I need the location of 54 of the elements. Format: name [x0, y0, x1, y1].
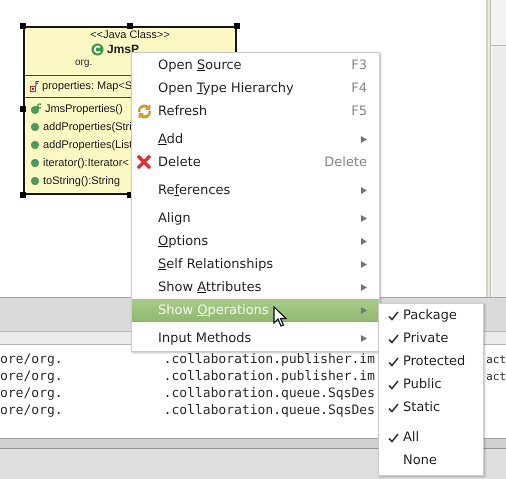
console-text: .collaboration.queue.SqsDes	[164, 402, 375, 419]
console-text: ore/org.	[0, 368, 63, 385]
console-text: act	[486, 369, 506, 385]
refresh-icon	[137, 104, 152, 119]
shortcut-label: F4	[351, 80, 367, 98]
package-name: org.	[75, 56, 92, 69]
mouse-pointer-icon	[273, 306, 287, 327]
menu-item[interactable]: Align	[132, 207, 379, 230]
class-icon	[91, 42, 104, 56]
submenu-arrow-icon	[361, 136, 367, 143]
selection-handle[interactable]	[127, 23, 133, 29]
check-menu-item[interactable]: Protected	[379, 350, 483, 373]
operation-text: addProperties(List	[43, 138, 132, 153]
check-menu-item[interactable]: Package	[379, 304, 483, 327]
console-text: ore/org.	[0, 351, 63, 368]
check-menu-item[interactable]: Public	[379, 373, 483, 396]
submenu-arrow-icon	[361, 261, 367, 268]
check-menu-item[interactable]: None	[379, 449, 483, 472]
menu-item[interactable]: Self Relationships	[132, 253, 379, 276]
console-text: ore/org.	[0, 385, 63, 402]
selection-handle[interactable]	[20, 23, 26, 29]
operation-text: addProperties(Stri	[43, 120, 132, 135]
shortcut-label: F5	[351, 102, 367, 121]
operation-text: JmsProperties()	[45, 102, 123, 117]
shortcut-label: Delete	[324, 154, 367, 172]
check-menu-item[interactable]: Static	[379, 396, 483, 419]
submenu-arrow-icon	[361, 238, 367, 245]
stereotype-label: <<Java Class>>	[90, 29, 170, 42]
submenu-arrow-icon	[361, 307, 367, 314]
console-text: .collaboration.queue.SqsDes	[164, 385, 375, 402]
class-name: JmsP	[107, 42, 140, 56]
check-menu-item[interactable]: All	[379, 426, 483, 449]
submenu-arrow-icon	[361, 335, 367, 342]
console-text: .collaboration.publisher.im	[164, 368, 375, 385]
delete-icon	[137, 155, 151, 169]
selection-handle[interactable]	[20, 192, 26, 198]
console-text: .collaboration.publisher.im	[164, 351, 375, 368]
submenu-arrow-icon	[361, 215, 367, 222]
check-menu-item[interactable]: Private	[379, 327, 483, 350]
console-text: act	[486, 352, 506, 368]
operation-text: toString():String	[43, 174, 120, 189]
menu-item[interactable]: Input Methods	[132, 327, 379, 350]
submenu-arrow-icon	[361, 187, 367, 194]
menu-item[interactable]: Options	[132, 230, 379, 253]
selection-handle[interactable]	[20, 106, 26, 112]
submenu-arrow-icon	[361, 284, 367, 291]
shortcut-label: F3	[351, 56, 367, 75]
field-icon	[30, 80, 40, 92]
menu-item[interactable]: Show Attributes	[132, 276, 379, 299]
attribute-text: properties: Map<S	[42, 79, 132, 94]
console-text: ore/org.	[0, 402, 63, 419]
selection-handle[interactable]	[234, 23, 240, 29]
operation-text: iterator():Iterator<	[43, 156, 129, 171]
constructor-icon	[30, 103, 42, 115]
